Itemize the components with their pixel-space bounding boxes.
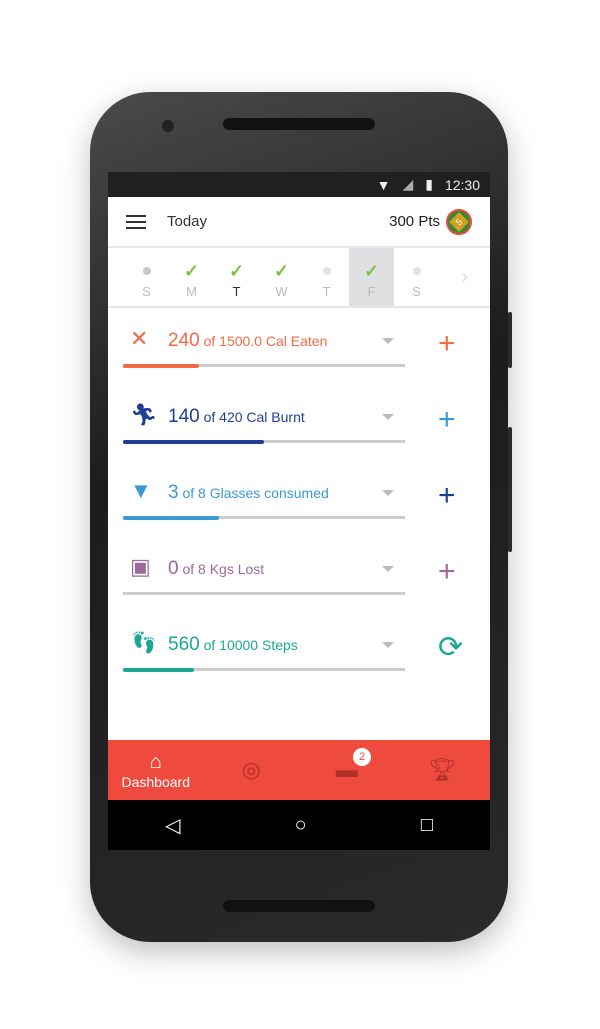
tab-dashboard[interactable]: ⌂ Dashboard: [108, 740, 204, 800]
speaker: [223, 900, 375, 912]
check-icon: ✓: [273, 260, 290, 281]
tracker-value: 0: [168, 558, 179, 579]
bottom-nav: ⌂ Dashboard ◎ ▬ 2 🏆︎: [108, 740, 490, 800]
status-bar: ▼ ◢ ▮ 12:30: [108, 172, 490, 197]
day-3[interactable]: ✓ W: [259, 248, 304, 306]
dot-icon: [412, 267, 421, 275]
dropdown-arrow-icon[interactable]: [382, 338, 394, 344]
day-0[interactable]: S: [124, 248, 169, 306]
points-label: 300 Pts: [389, 213, 440, 230]
target-icon: ◎: [241, 757, 261, 782]
dot-icon: [142, 267, 151, 275]
day-label: W: [275, 284, 288, 299]
home-icon: ⌂: [149, 750, 162, 773]
glass-icon: ▼: [130, 478, 152, 503]
dropdown-arrow-icon[interactable]: [382, 414, 394, 420]
tracker-text: 140 of 420 Cal Burnt: [168, 406, 305, 428]
scale-icon: ▣: [130, 554, 151, 579]
tracker-goal: of 8 Glasses consumed: [182, 485, 329, 501]
day-5[interactable]: ✓ F: [349, 248, 394, 306]
week-selector: S ✓ M ✓ T ✓ W T ✓ F S ›: [108, 248, 490, 308]
battery-icon: ▮: [425, 176, 433, 192]
progress-bar: [123, 439, 405, 444]
status-time: 12:30: [444, 176, 480, 193]
dropdown-arrow-icon[interactable]: [382, 566, 394, 572]
screen: ▼ ◢ ▮ 12:30 Today 300 Pts 5 S ✓ M ✓ T ✓ W T ✓ F S ›…: [108, 172, 490, 850]
volume-button: [508, 427, 512, 552]
dropdown-arrow-icon[interactable]: [382, 642, 394, 648]
day-2[interactable]: ✓ T: [214, 248, 259, 306]
tab-dashboard-label: Dashboard: [121, 773, 191, 790]
dot-icon: [322, 267, 331, 275]
sync-button[interactable]: ⟳: [438, 633, 463, 663]
front-camera: [162, 120, 174, 132]
coin-icon[interactable]: 5: [446, 208, 472, 235]
tracker-goal: of 8 Kgs Lost: [182, 561, 265, 577]
trophy-icon: 🏆︎: [428, 757, 457, 782]
day-4[interactable]: T: [304, 248, 349, 306]
tracker-text: 0 of 8 Kgs Lost: [168, 558, 264, 580]
day-6[interactable]: S: [394, 248, 439, 306]
signal-icon: ◢: [402, 176, 414, 192]
tab-achievements[interactable]: 🏆︎: [395, 740, 491, 800]
tracker-row: 🏃︎ 140 of 420 Cal Burnt +: [108, 384, 490, 460]
progress-bar: [123, 592, 405, 595]
dropdown-arrow-icon[interactable]: [382, 490, 394, 496]
wifi-icon: ▼: [376, 176, 391, 193]
day-label: S: [142, 284, 151, 299]
progress-bar: [123, 363, 405, 368]
add-button[interactable]: +: [438, 405, 456, 435]
fork-spoon-icon: ✕: [130, 326, 149, 351]
tracker-list: ✕ 240 of 1500.0 Cal Eaten + 🏃︎ 140 of 420…: [108, 308, 490, 688]
menu-icon[interactable]: [126, 214, 146, 229]
earpiece: [223, 118, 375, 130]
tracker-value: 3: [168, 482, 179, 503]
progress-bar: [123, 515, 405, 520]
day-label: F: [367, 284, 376, 299]
tracker-goal: of 10000 Steps: [203, 637, 298, 653]
day-label: S: [412, 284, 421, 299]
back-icon[interactable]: ◁: [165, 813, 180, 838]
tracker-text: 240 of 1500.0 Cal Eaten: [168, 330, 327, 352]
messages-badge: 2: [353, 748, 371, 766]
day-1[interactable]: ✓ M: [169, 248, 214, 306]
tracker-text: 3 of 8 Glasses consumed: [168, 482, 329, 504]
recents-icon[interactable]: □: [421, 814, 433, 837]
tracker-row: ✕ 240 of 1500.0 Cal Eaten +: [108, 308, 490, 384]
tracker-row: ▣ 0 of 8 Kgs Lost +: [108, 536, 490, 612]
tab-goals[interactable]: ◎: [204, 740, 300, 800]
footsteps-icon: 👣︎: [130, 630, 158, 655]
tracker-goal: of 1500.0 Cal Eaten: [203, 333, 328, 349]
tracker-text: 560 of 10000 Steps: [168, 634, 298, 656]
add-button[interactable]: +: [438, 481, 456, 511]
system-nav: ◁ ○ □: [108, 800, 490, 850]
app-bar: Today 300 Pts 5: [108, 197, 490, 248]
next-week-chevron-icon[interactable]: ›: [461, 266, 468, 289]
power-button: [508, 312, 512, 368]
running-icon: 🏃︎: [130, 402, 158, 427]
check-icon: ✓: [363, 260, 380, 281]
tracker-value: 140: [168, 406, 200, 427]
add-button[interactable]: +: [438, 329, 456, 359]
tracker-row: 👣︎ 560 of 10000 Steps ⟳: [108, 612, 490, 688]
day-label: T: [322, 284, 331, 299]
progress-bar: [123, 667, 405, 672]
tracker-goal: of 420 Cal Burnt: [203, 409, 305, 425]
check-icon: ✓: [183, 260, 200, 281]
add-button[interactable]: +: [438, 557, 456, 587]
tab-messages[interactable]: ▬ 2: [299, 740, 395, 800]
page-title: Today: [167, 213, 208, 230]
tracker-value: 240: [168, 330, 200, 351]
day-label: M: [186, 284, 197, 299]
tracker-row: ▼ 3 of 8 Glasses consumed +: [108, 460, 490, 536]
home-circle-icon[interactable]: ○: [295, 814, 307, 837]
day-label: T: [232, 284, 241, 299]
tracker-value: 560: [168, 634, 200, 655]
check-icon: ✓: [228, 260, 245, 281]
